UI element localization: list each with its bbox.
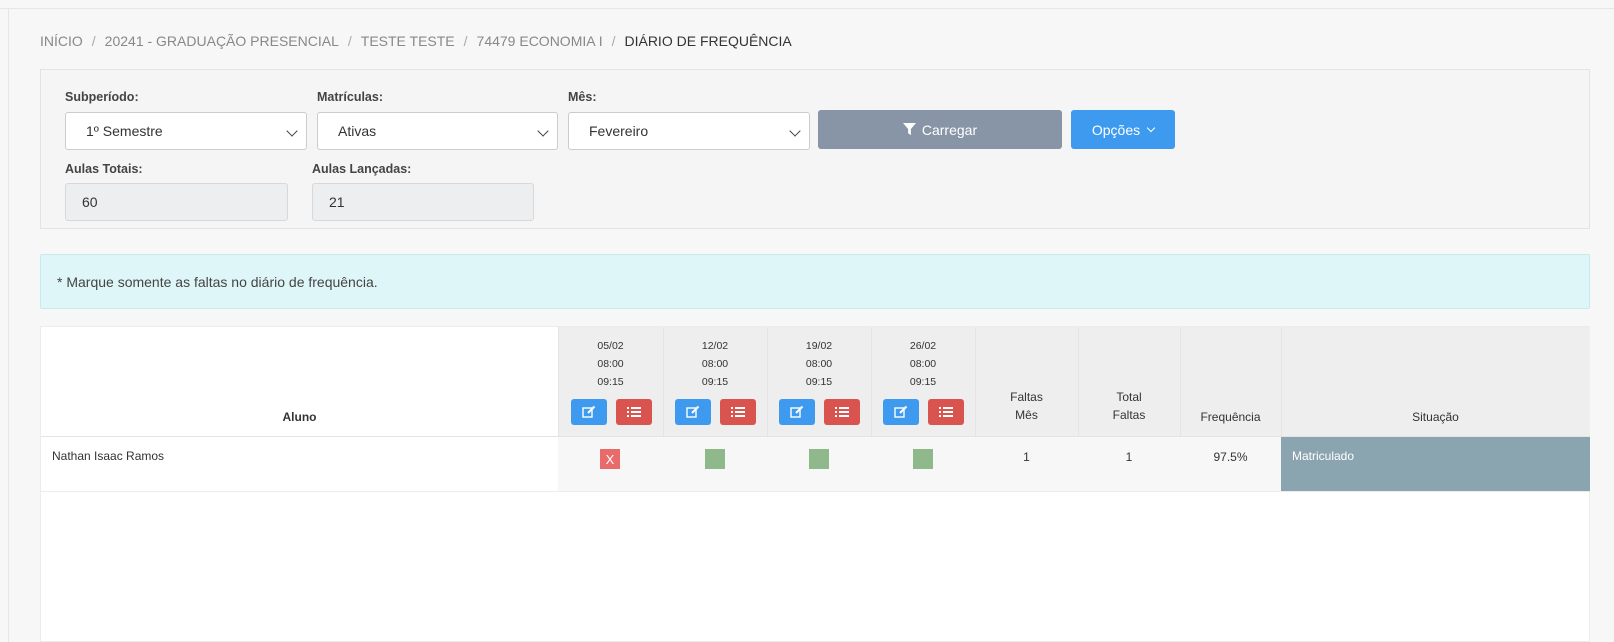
end-time: 09:15 xyxy=(805,376,833,388)
top-border xyxy=(0,0,1614,9)
situacao-value: Matriculado xyxy=(1292,449,1355,463)
date-column-3: 19/02 08:00 09:15 xyxy=(767,337,871,391)
date-label: 19/02 xyxy=(805,340,833,352)
absent-mark: X xyxy=(605,451,615,467)
filter-icon xyxy=(902,123,916,136)
start-time: 08:00 xyxy=(909,358,937,370)
list-icon xyxy=(835,407,849,417)
subperiodo-select[interactable]: 1º Semestre xyxy=(65,112,307,150)
aluno-name[interactable]: Nathan Isaac Ramos xyxy=(52,449,164,463)
faltas-mes-value: 1 xyxy=(1023,450,1030,464)
mes-select[interactable]: Fevereiro xyxy=(568,112,810,150)
aulas-totais-label: Aulas Totais: xyxy=(65,162,143,176)
carregar-button[interactable]: Carregar xyxy=(818,110,1062,149)
date-label: 26/02 xyxy=(909,340,937,352)
header-faltas-mes-line1: Faltas xyxy=(1010,390,1043,404)
aulas-totais-value: 60 xyxy=(82,194,98,210)
attendance-absent[interactable]: X xyxy=(600,449,620,469)
edit-button[interactable] xyxy=(571,399,607,425)
breadcrumb-current: DIÁRIO DE FREQUÊNCIA xyxy=(624,33,792,49)
edit-icon xyxy=(582,405,596,418)
chevron-down-icon xyxy=(789,125,801,137)
header-faltas-mes: Faltas Mês xyxy=(975,388,1078,424)
edit-button[interactable] xyxy=(779,399,815,425)
aulas-lancadas-value: 21 xyxy=(329,194,345,210)
chevron-down-icon xyxy=(537,125,549,137)
edit-icon xyxy=(894,405,908,418)
edit-icon xyxy=(686,405,700,418)
list-icon xyxy=(731,407,745,417)
matriculas-value: Ativas xyxy=(338,123,377,139)
opcoes-label: Opções xyxy=(1091,121,1141,138)
alert-text: * Marque somente as faltas no diário de … xyxy=(57,273,378,290)
attendance-present[interactable] xyxy=(705,449,725,469)
matriculas-select[interactable]: Ativas xyxy=(317,112,558,150)
aulas-lancadas-field: 21 xyxy=(312,183,534,221)
list-button[interactable] xyxy=(616,399,652,425)
subperiodo-label: Subperíodo: xyxy=(65,90,139,104)
carregar-label: Carregar xyxy=(921,121,978,138)
attendance-present[interactable] xyxy=(809,449,829,469)
status-badge: Matriculado xyxy=(1281,437,1590,491)
frequencia-value: 97.5% xyxy=(1213,450,1248,464)
opcoes-button[interactable]: Opções xyxy=(1071,110,1175,149)
list-button[interactable] xyxy=(720,399,756,425)
edit-button[interactable] xyxy=(675,399,711,425)
list-icon xyxy=(627,407,641,417)
edit-button[interactable] xyxy=(883,399,919,425)
header-frequencia-label: Frequência xyxy=(1200,410,1261,424)
end-time: 09:15 xyxy=(909,376,937,388)
breadcrumb-separator: / xyxy=(347,33,352,49)
list-icon xyxy=(939,407,953,417)
breadcrumb-disciplina[interactable]: 74479 ECONOMIA I xyxy=(477,33,603,49)
edit-icon xyxy=(790,405,804,418)
list-button[interactable] xyxy=(928,399,964,425)
aulas-lancadas-label: Aulas Lançadas: xyxy=(312,162,412,176)
breadcrumb-separator: / xyxy=(611,33,616,49)
attendance-table: Aluno 05/02 08:00 09:15 12/02 08:00 09:1… xyxy=(40,326,1590,642)
date-label: 05/02 xyxy=(597,340,624,352)
header-total-faltas-line1: Total xyxy=(1116,390,1142,404)
total-faltas-value: 1 xyxy=(1125,450,1133,464)
header-total-faltas: Total Faltas xyxy=(1078,388,1180,424)
header-aluno-label: Aluno xyxy=(282,410,317,424)
date-label: 12/02 xyxy=(701,340,729,352)
header-situacao-label: Situação xyxy=(1412,410,1459,424)
row-divider xyxy=(41,491,1590,492)
breadcrumb: INÍCIO / 20241 - GRADUAÇÃO PRESENCIAL / … xyxy=(40,33,792,49)
subperiodo-value: 1º Semestre xyxy=(86,123,163,139)
info-alert: * Marque somente as faltas no diário de … xyxy=(40,254,1590,309)
attendance-present[interactable] xyxy=(913,449,933,469)
list-button[interactable] xyxy=(824,399,860,425)
start-time: 08:00 xyxy=(701,358,729,370)
start-time: 08:00 xyxy=(805,358,833,370)
breadcrumb-inicio[interactable]: INÍCIO xyxy=(40,33,83,49)
mes-label: Mês: xyxy=(568,90,597,104)
start-time: 08:00 xyxy=(597,358,624,370)
breadcrumb-separator: / xyxy=(463,33,468,49)
chevron-down-icon xyxy=(1146,123,1156,133)
header-faltas-mes-line2: Mês xyxy=(1015,408,1038,422)
breadcrumb-separator: / xyxy=(91,33,96,49)
aulas-totais-field: 60 xyxy=(65,183,288,221)
date-column-4: 26/02 08:00 09:15 xyxy=(871,337,975,391)
chevron-down-icon xyxy=(286,125,298,137)
matriculas-label: Matrículas: xyxy=(317,90,383,104)
breadcrumb-curso[interactable]: TESTE TESTE xyxy=(361,33,455,49)
left-border xyxy=(8,9,9,642)
header-total-faltas-line2: Faltas xyxy=(1112,408,1146,422)
breadcrumb-periodo[interactable]: 20241 - GRADUAÇÃO PRESENCIAL xyxy=(105,33,339,49)
mes-value: Fevereiro xyxy=(589,123,649,139)
end-time: 09:15 xyxy=(597,376,624,388)
date-column-1: 05/02 08:00 09:15 xyxy=(558,337,663,391)
end-time: 09:15 xyxy=(701,376,729,388)
date-column-2: 12/02 08:00 09:15 xyxy=(663,337,767,391)
